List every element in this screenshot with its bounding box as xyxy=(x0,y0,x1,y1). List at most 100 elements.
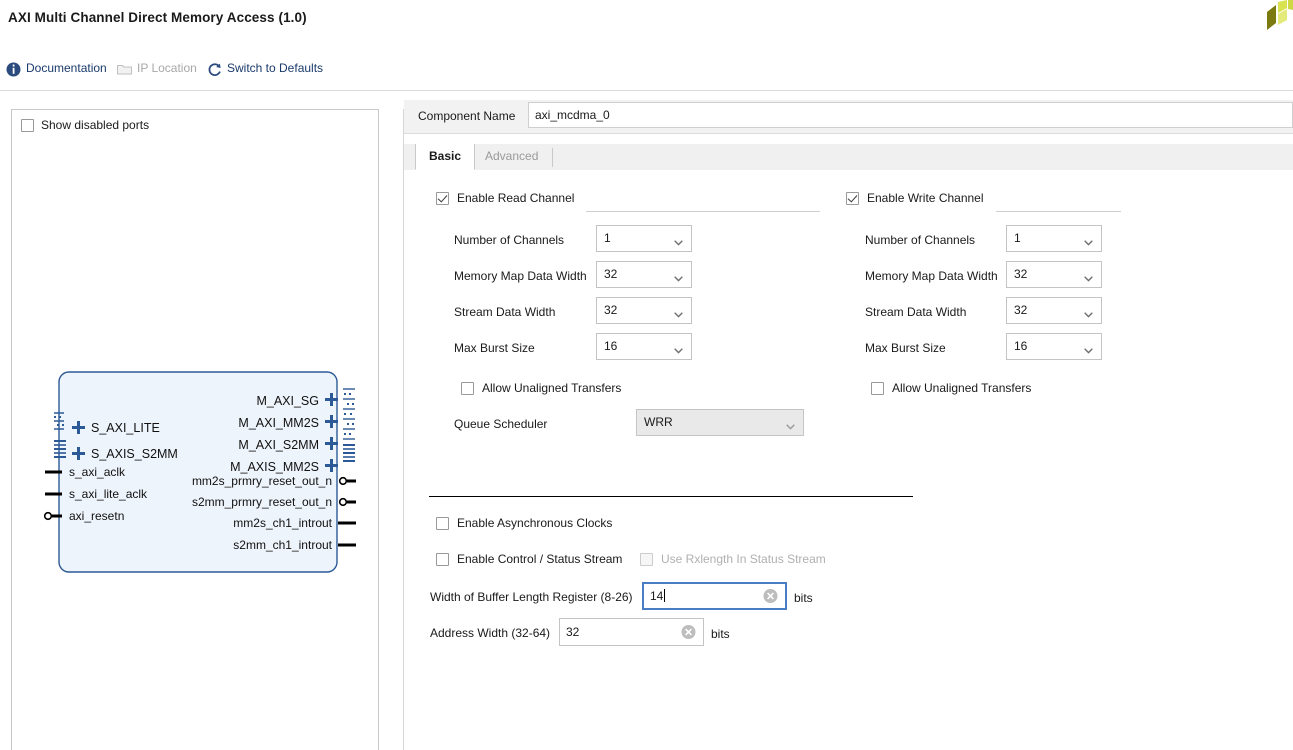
svg-text:s2mm_ch1_introut: s2mm_ch1_introut xyxy=(233,538,332,552)
read-number-of-channels-value: 1 xyxy=(604,231,611,245)
read-allow-unaligned-box[interactable] xyxy=(461,381,474,395)
use-rxlength-label: Use Rxlength In Status Stream xyxy=(661,552,826,566)
action-toolbar: Documentation IP Location Switch to Defa… xyxy=(0,56,1293,86)
read-stream-data-width-value: 32 xyxy=(604,303,618,317)
write-allow-unaligned-box[interactable] xyxy=(871,381,884,395)
component-name-input[interactable] xyxy=(528,102,1293,128)
read-memory-map-data-width-combo[interactable]: 32 xyxy=(596,261,692,288)
read-memory-map-data-width-value: 32 xyxy=(604,267,618,281)
xilinx-logo-icon xyxy=(1262,0,1293,40)
switch-to-defaults-label: Switch to Defaults xyxy=(227,61,324,75)
use-rxlength-checkbox: Use Rxlength In Status Stream xyxy=(640,552,826,566)
write-stream-data-width-label: Stream Data Width xyxy=(865,305,967,319)
write-allow-unaligned-label: Allow Unaligned Transfers xyxy=(892,381,1032,395)
write-number-of-channels-combo[interactable]: 1 xyxy=(1006,225,1102,252)
buffer-length-label: Width of Buffer Length Register (8-26) xyxy=(430,590,633,604)
write-memory-map-data-width-combo[interactable]: 32 xyxy=(1006,261,1102,288)
read-allow-unaligned-label: Allow Unaligned Transfers xyxy=(482,381,622,395)
write-max-burst-size-combo[interactable]: 16 xyxy=(1006,333,1102,360)
s2mm-reset-pin xyxy=(338,497,356,507)
enable-ctrl-status-stream-label: Enable Control / Status Stream xyxy=(457,552,623,566)
read-max-burst-size-label: Max Burst Size xyxy=(454,341,535,355)
write-max-burst-size-value: 16 xyxy=(1014,339,1028,353)
queue-scheduler-label: Queue Scheduler xyxy=(454,417,548,431)
component-name-bar: Component Name xyxy=(404,100,1293,134)
address-width-label: Address Width (32-64) xyxy=(430,626,551,640)
address-width-input[interactable]: 32 xyxy=(559,618,704,646)
section-divider xyxy=(429,496,913,497)
tab-basic[interactable]: Basic xyxy=(415,144,476,170)
buffer-length-unit: bits xyxy=(794,591,813,605)
address-width-clear-icon[interactable] xyxy=(681,625,696,640)
enable-ctrl-status-stream-checkbox[interactable]: Enable Control / Status Stream xyxy=(436,552,622,566)
address-width-unit: bits xyxy=(711,627,730,641)
mm2s-reset-pin xyxy=(338,476,356,486)
enable-async-clocks-checkbox[interactable]: Enable Asynchronous Clocks xyxy=(436,516,612,530)
address-width-value: 32 xyxy=(566,625,580,639)
text-caret xyxy=(664,589,666,602)
svg-text:M_AXI_S2MM: M_AXI_S2MM xyxy=(238,438,319,452)
write-number-of-channels-value: 1 xyxy=(1014,231,1021,245)
svg-text:mm2s_ch1_introut: mm2s_ch1_introut xyxy=(233,516,332,530)
write-stream-data-width-value: 32 xyxy=(1014,303,1028,317)
tab-advanced-label: Advanced xyxy=(485,149,539,163)
enable-write-channel-checkbox[interactable]: Enable Write Channel xyxy=(846,191,984,205)
config-panel: Component Name Basic Advanced Enable Rea… xyxy=(404,100,1293,750)
buffer-length-clear-icon[interactable] xyxy=(763,589,778,604)
ip-symbol-panel: Show disabled ports S_AXI_LITE S_AXIS_S2… xyxy=(11,109,379,750)
chevron-down-icon xyxy=(1084,235,1093,246)
refresh-icon xyxy=(207,61,222,76)
write-memory-map-data-width-label: Memory Map Data Width xyxy=(865,269,998,283)
enable-write-channel-box[interactable] xyxy=(846,191,859,205)
read-stream-data-width-label: Stream Data Width xyxy=(454,305,556,319)
svg-text:M_AXI_SG: M_AXI_SG xyxy=(256,394,319,408)
enable-read-channel-box[interactable] xyxy=(436,191,449,205)
toolbar-divider xyxy=(0,90,1293,91)
read-number-of-channels-combo[interactable]: 1 xyxy=(596,225,692,252)
svg-text:S_AXI_LITE: S_AXI_LITE xyxy=(91,421,160,435)
documentation-link[interactable]: Documentation xyxy=(6,56,107,80)
ip-block-svg: S_AXI_LITE S_AXIS_S2MM s_axi_aclk s_axi_… xyxy=(43,371,356,573)
window-titlebar: AXI Multi Channel Direct Memory Access (… xyxy=(0,0,1293,38)
queue-scheduler-combo[interactable]: WRR xyxy=(636,409,804,436)
ip-location-label: IP Location xyxy=(137,61,197,75)
write-allow-unaligned-checkbox[interactable]: Allow Unaligned Transfers xyxy=(871,381,1031,395)
svg-text:axi_resetn: axi_resetn xyxy=(69,509,124,523)
info-icon xyxy=(6,61,21,76)
tabstrip: Basic Advanced xyxy=(404,144,1293,171)
svg-text:M_AXI_MM2S: M_AXI_MM2S xyxy=(238,416,319,430)
switch-to-defaults-link[interactable]: Switch to Defaults xyxy=(207,56,323,80)
read-channel-group-rule xyxy=(586,211,820,212)
read-max-burst-size-value: 16 xyxy=(604,339,618,353)
write-max-burst-size-label: Max Burst Size xyxy=(865,341,946,355)
ip-block-diagram: S_AXI_LITE S_AXIS_S2MM s_axi_aclk s_axi_… xyxy=(12,110,380,750)
read-max-burst-size-combo[interactable]: 16 xyxy=(596,333,692,360)
write-number-of-channels-label: Number of Channels xyxy=(865,233,976,247)
svg-text:S_AXIS_S2MM: S_AXIS_S2MM xyxy=(91,447,178,461)
ip-location-link[interactable]: IP Location xyxy=(117,56,197,80)
write-stream-data-width-combo[interactable]: 32 xyxy=(1006,297,1102,324)
buffer-length-input[interactable]: 14 xyxy=(642,582,787,610)
queue-scheduler-value: WRR xyxy=(644,415,673,429)
chevron-down-icon xyxy=(674,271,683,282)
tab-advanced[interactable]: Advanced xyxy=(472,144,551,170)
write-channel-group-rule xyxy=(996,211,1121,212)
folder-icon xyxy=(117,61,132,76)
tab-basic-label: Basic xyxy=(429,149,462,163)
read-memory-map-data-width-label: Memory Map Data Width xyxy=(454,269,587,283)
enable-ctrl-status-stream-box[interactable] xyxy=(436,552,449,566)
chevron-down-icon xyxy=(674,235,683,246)
svg-text:M_AXIS_MM2S: M_AXIS_MM2S xyxy=(230,460,319,474)
documentation-label: Documentation xyxy=(26,61,107,75)
enable-async-clocks-box[interactable] xyxy=(436,516,449,530)
svg-text:s_axi_lite_aclk: s_axi_lite_aclk xyxy=(69,487,148,501)
svg-text:s2mm_prmry_reset_out_n: s2mm_prmry_reset_out_n xyxy=(192,495,332,509)
enable-async-clocks-label: Enable Asynchronous Clocks xyxy=(457,516,613,530)
basic-tab-content: Enable Read Channel Number of Channels 1… xyxy=(404,170,1293,750)
page-title: AXI Multi Channel Direct Memory Access (… xyxy=(8,10,307,25)
enable-read-channel-checkbox[interactable]: Enable Read Channel xyxy=(436,191,574,205)
tab-divider xyxy=(552,148,553,167)
read-allow-unaligned-checkbox[interactable]: Allow Unaligned Transfers xyxy=(461,381,621,395)
read-stream-data-width-combo[interactable]: 32 xyxy=(596,297,692,324)
enable-read-channel-label: Enable Read Channel xyxy=(457,191,575,205)
